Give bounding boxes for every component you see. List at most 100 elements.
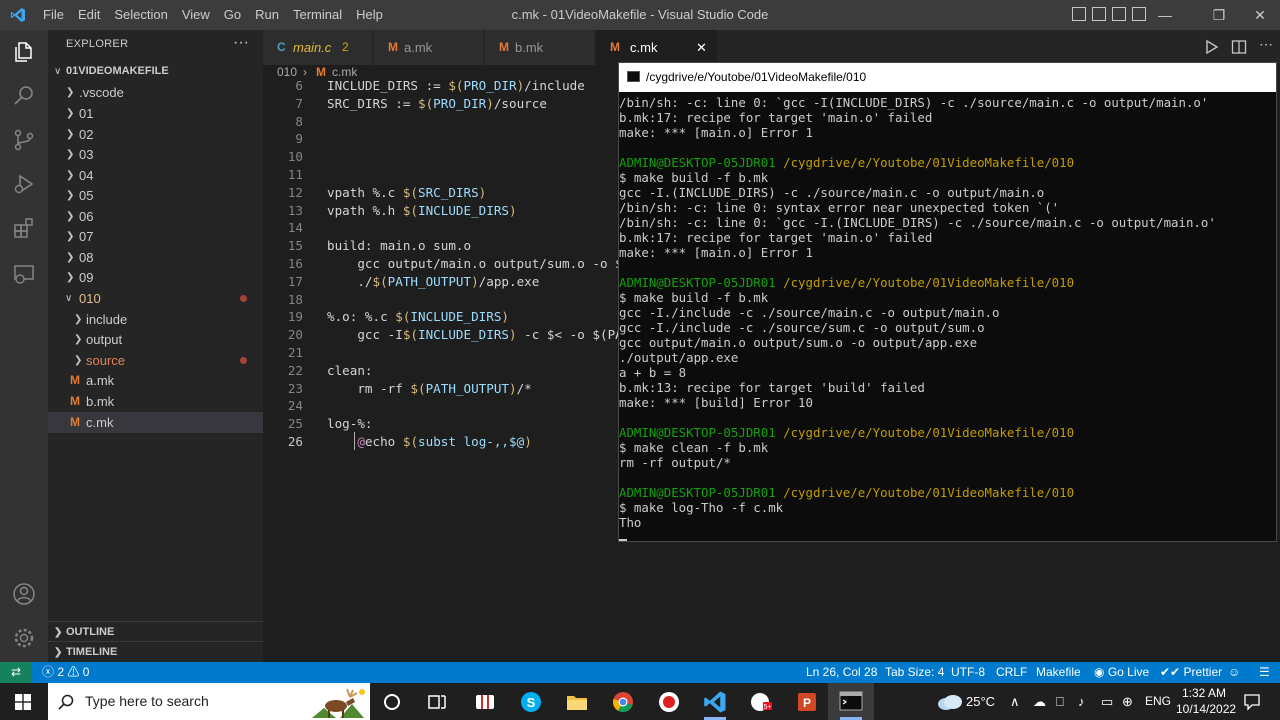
menu-go[interactable]: Go (217, 0, 248, 30)
search-icon[interactable] (12, 84, 36, 108)
terminal-line: make: *** [build] Error 10 (619, 395, 813, 410)
tree-folder-include[interactable]: ❯ include (48, 309, 263, 330)
tree-folder-09[interactable]: ❯ 09 (48, 267, 263, 288)
toggle-panel-icon[interactable] (1092, 7, 1106, 21)
account-icon[interactable] (12, 582, 36, 606)
close-window-icon[interactable]: ✕ (1240, 0, 1280, 30)
unikey-icon[interactable]: 5+ (749, 690, 773, 714)
problems-indicator[interactable]: ⓧ 2 ⚠ 0 (42, 662, 89, 683)
tree-folder-02[interactable]: ❯ 02 (48, 124, 263, 145)
menu-help[interactable]: Help (349, 0, 390, 30)
more-actions-icon[interactable]: ··· (233, 34, 249, 52)
tree-folder-source[interactable]: ❯ source (48, 350, 263, 371)
globe-icon[interactable]: ⊕ (1122, 683, 1133, 720)
skype-icon[interactable]: S (519, 690, 543, 714)
language-mode[interactable]: Makefile (1036, 662, 1081, 683)
tab-size[interactable]: Tab Size: 4 (885, 662, 944, 683)
menu-view[interactable]: View (175, 0, 217, 30)
windows-start-icon[interactable] (15, 694, 31, 710)
clock[interactable]: 1:32 AM 10/14/2022 (1176, 685, 1236, 717)
toggle-sidebar-icon[interactable] (1072, 7, 1086, 21)
run-debug-icon[interactable] (12, 172, 36, 196)
tree-file-b-mk[interactable]: M b.mk (48, 391, 263, 412)
problem-count-badge: 2 (342, 40, 349, 54)
terminal-line: ADMIN@DESKTOP-05JDR01 /cygdrive/e/Youtob… (619, 155, 1075, 170)
weather-cloud-icon[interactable] (936, 693, 964, 711)
tree-folder-vscode[interactable]: ❯ .vscode (48, 82, 263, 103)
tab-b-mk[interactable]: M b.mk (485, 30, 595, 65)
notifications-bell-icon[interactable]: ☰ (1259, 662, 1270, 683)
remote-indicator[interactable]: ⇄ (0, 662, 32, 683)
chrome-icon[interactable] (611, 690, 635, 714)
encoding[interactable]: UTF-8 (951, 662, 985, 683)
more-editor-actions-icon[interactable]: ⋯ (1259, 36, 1273, 53)
run-icon[interactable] (1205, 38, 1219, 56)
makefile-icon: M (388, 40, 398, 54)
network-icon[interactable]: ⎕ (1056, 683, 1064, 720)
workspace-root[interactable]: ∨ 01VIDEOMAKEFILE (48, 61, 263, 82)
line-number: 23 (287, 380, 303, 396)
vscode-taskbar-icon[interactable] (703, 690, 727, 714)
terminal-window[interactable]: /cygdrive/e/Youtobe/01VideoMakefile/010 … (618, 62, 1277, 542)
restore-icon[interactable]: ❐ (1196, 0, 1242, 30)
menu-edit[interactable]: Edit (71, 0, 107, 30)
tab-main-c[interactable]: C main.c 2 (263, 30, 373, 65)
menu-bar: File Edit Selection View Go Run Terminal… (36, 0, 390, 30)
menu-run[interactable]: Run (248, 0, 286, 30)
go-live-button[interactable]: ◉ Go Live (1094, 662, 1149, 683)
feedback-icon[interactable]: ☺ (1228, 662, 1240, 683)
onedrive-icon[interactable]: ☁ (1033, 683, 1046, 720)
action-center-icon[interactable] (1243, 693, 1261, 711)
tree-item-label: 03 (79, 147, 94, 162)
tree-file-a-mk[interactable]: M a.mk (48, 370, 263, 391)
remote-explorer-icon[interactable] (12, 262, 36, 286)
timeline-section[interactable]: ❯ TIMELINE (48, 641, 263, 662)
line-number: 14 (287, 220, 303, 236)
tree-folder-01[interactable]: ❯ 01 (48, 103, 263, 124)
toggle-secondary-sidebar-icon[interactable] (1112, 7, 1126, 21)
task-view-icon[interactable] (425, 690, 449, 714)
weather-temp[interactable]: 25°C (966, 683, 995, 720)
powerpoint-icon[interactable]: P (795, 690, 819, 714)
explorer-title: EXPLORER (66, 38, 129, 50)
screen-recorder-icon[interactable] (657, 690, 681, 714)
tree-folder-output[interactable]: ❯ output (48, 329, 263, 350)
split-editor-icon[interactable] (1231, 38, 1247, 56)
tree-folder-04[interactable]: ❯ 04 (48, 165, 263, 186)
chevron-up-icon[interactable]: ∧ (1010, 683, 1020, 720)
menu-selection[interactable]: Selection (107, 0, 174, 30)
tree-folder-010[interactable]: ∨ 010 (48, 288, 263, 309)
menu-terminal[interactable]: Terminal (286, 0, 349, 30)
battery-icon[interactable]: ▭ (1101, 683, 1113, 720)
snipping-tool-icon[interactable] (473, 690, 497, 714)
moose-illustration-icon (312, 688, 365, 718)
gear-icon[interactable] (12, 626, 36, 650)
tree-folder-06[interactable]: ❯ 06 (48, 206, 263, 227)
taskbar-search-box[interactable]: Type here to search (48, 683, 370, 720)
outline-section[interactable]: ❯ OUTLINE (48, 621, 263, 642)
speaker-icon[interactable]: ♪ (1078, 683, 1085, 720)
terminal-icon (839, 691, 863, 711)
tree-folder-08[interactable]: ❯ 08 (48, 247, 263, 268)
file-explorer-icon[interactable] (565, 690, 589, 714)
prettier-button[interactable]: ✔✔ Prettier (1160, 662, 1222, 683)
tab-c-mk[interactable]: M c.mk ✕ (596, 30, 718, 65)
line-number: 8 (295, 113, 303, 129)
input-language[interactable]: ENG (1145, 683, 1171, 720)
tree-folder-03[interactable]: ❯ 03 (48, 144, 263, 165)
terminal-taskbar-button[interactable] (828, 683, 874, 720)
cursor-position[interactable]: Ln 26, Col 28 (806, 662, 877, 683)
source-control-icon[interactable] (12, 128, 36, 152)
tree-folder-05[interactable]: ❯ 05 (48, 185, 263, 206)
explorer-icon[interactable] (12, 40, 36, 64)
tab-a-mk[interactable]: M a.mk (374, 30, 484, 65)
terminal-output[interactable]: /bin/sh: -c: line 0: `gcc -I(INCLUDE_DIR… (619, 92, 1276, 541)
cortana-icon[interactable] (380, 690, 404, 714)
extensions-icon[interactable] (12, 216, 36, 240)
menu-file[interactable]: File (36, 0, 71, 30)
minimize-icon[interactable]: — (1142, 0, 1188, 30)
end-of-line[interactable]: CRLF (996, 662, 1027, 683)
tree-file-c-mk[interactable]: M c.mk (48, 412, 263, 433)
tree-folder-07[interactable]: ❯ 07 (48, 226, 263, 247)
close-tab-icon[interactable]: ✕ (696, 30, 707, 65)
